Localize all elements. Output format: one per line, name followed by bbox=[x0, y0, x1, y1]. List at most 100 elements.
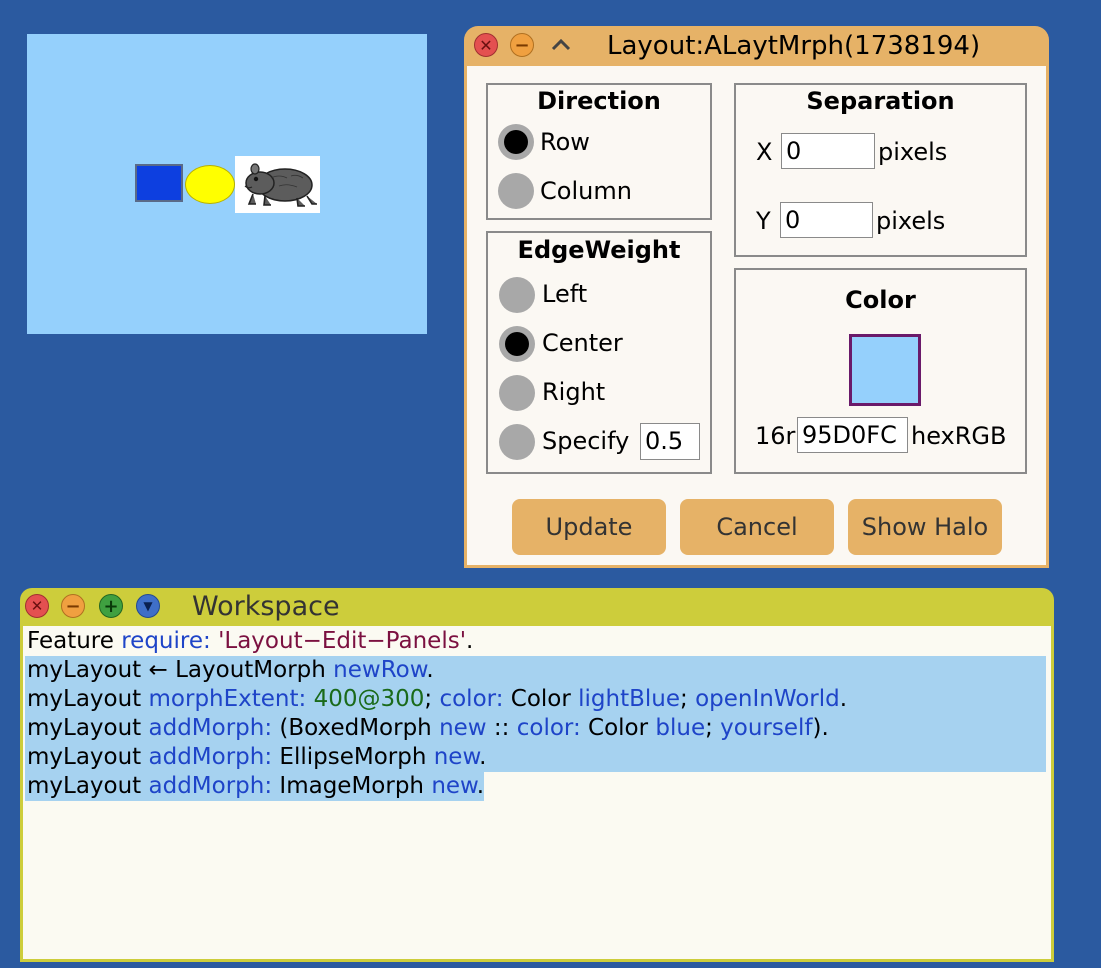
direction-column-radio[interactable] bbox=[498, 173, 534, 209]
code-keyword: lightBlue bbox=[578, 686, 680, 712]
separation-y-label: Y bbox=[756, 207, 771, 235]
color-group: Color 16r 95D0FC hexRGB bbox=[734, 268, 1027, 474]
code-string: 'Layout−Edit−Panels' bbox=[218, 628, 467, 654]
separation-x-unit: pixels bbox=[878, 138, 948, 166]
window-title: Workspace bbox=[192, 591, 340, 622]
workspace-window[interactable]: ✕ − + ▼ Workspace Feature require: 'Layo… bbox=[20, 588, 1054, 962]
separation-title: Separation bbox=[806, 87, 955, 115]
color-title: Color bbox=[845, 286, 916, 314]
code-keyword: blue bbox=[655, 715, 706, 741]
code-text: myLayout ← LayoutMorph bbox=[27, 657, 334, 683]
direction-row-label: Row bbox=[540, 128, 590, 156]
color-hex-input[interactable]: 95D0FC bbox=[797, 417, 908, 453]
code-keyword: morphExtent: bbox=[148, 686, 307, 712]
code-line[interactable]: myLayout addMorph: EllipseMorph new. bbox=[27, 743, 486, 772]
color-prefix: 16r bbox=[755, 422, 796, 450]
code-text: myLayout bbox=[27, 744, 149, 770]
separation-x-label: X bbox=[756, 138, 773, 166]
direction-column-label: Column bbox=[540, 177, 632, 205]
code-text: myLayout bbox=[27, 773, 149, 799]
edge-center-label: Center bbox=[542, 329, 623, 357]
code-text: . bbox=[479, 744, 487, 770]
code-text: . bbox=[476, 773, 485, 799]
code-text: . bbox=[466, 628, 474, 654]
code-text: (BoxedMorph bbox=[272, 715, 440, 741]
separation-y-input[interactable]: 0 bbox=[780, 202, 873, 238]
edit-panel-body: Direction Row Column Separation X 0 pixe… bbox=[467, 66, 1046, 565]
direction-title: Direction bbox=[537, 87, 661, 115]
edge-right-radio[interactable] bbox=[499, 375, 535, 411]
ellipse-morph[interactable] bbox=[185, 165, 235, 204]
separation-x-input[interactable]: 0 bbox=[781, 133, 875, 169]
color-suffix: hexRGB bbox=[911, 422, 1007, 450]
minimize-icon[interactable]: − bbox=[61, 594, 85, 618]
cancel-button[interactable]: Cancel bbox=[680, 499, 834, 555]
code-keyword: require: bbox=[121, 628, 211, 654]
code-keyword: addMorph: bbox=[148, 744, 273, 770]
code-keyword: color: bbox=[516, 715, 581, 741]
edge-weight-title: EdgeWeight bbox=[517, 236, 681, 264]
code-line[interactable]: myLayout addMorph: ImageMorph new. bbox=[27, 772, 484, 801]
edge-specify-label: Specify bbox=[542, 427, 630, 455]
color-swatch[interactable] bbox=[849, 334, 921, 406]
code-keyword: newRow bbox=[333, 657, 427, 683]
workspace-text-editor[interactable]: Feature require: 'Layout−Edit−Panels'. my… bbox=[23, 626, 1051, 959]
direction-row-radio[interactable] bbox=[498, 124, 534, 160]
code-keyword: new bbox=[433, 744, 480, 770]
separation-y-unit: pixels bbox=[876, 207, 946, 235]
image-morph[interactable] bbox=[235, 156, 320, 213]
show-halo-button[interactable]: Show Halo bbox=[848, 499, 1002, 555]
menu-icon[interactable]: ▼ bbox=[136, 594, 160, 618]
code-text: EllipseMorph bbox=[272, 744, 434, 770]
direction-group: Direction Row Column bbox=[486, 83, 712, 220]
layout-morph[interactable] bbox=[27, 34, 427, 334]
code-text: ; bbox=[705, 715, 721, 741]
code-keyword: openInWorld bbox=[695, 686, 840, 712]
code-text: Feature bbox=[27, 628, 122, 654]
code-number: 400@300 bbox=[313, 686, 425, 712]
edge-left-label: Left bbox=[542, 280, 588, 308]
code-text: ImageMorph bbox=[272, 773, 432, 799]
code-keyword: addMorph: bbox=[148, 715, 273, 741]
code-text: :: bbox=[486, 715, 517, 741]
edge-left-radio[interactable] bbox=[499, 277, 535, 313]
code-text: ). bbox=[812, 715, 829, 741]
collapse-icon[interactable] bbox=[548, 32, 574, 58]
code-text: . bbox=[839, 686, 848, 712]
code-line[interactable]: myLayout ← LayoutMorph newRow. bbox=[27, 656, 434, 685]
code-keyword: new bbox=[439, 715, 487, 741]
layout-edit-panel-window[interactable]: ✕ − Layout:ALaytMrph(1738194) Direction … bbox=[464, 26, 1049, 568]
code-text: . bbox=[426, 657, 434, 683]
boxed-morph[interactable] bbox=[135, 164, 183, 202]
expand-icon[interactable]: + bbox=[99, 594, 123, 618]
rodent-icon bbox=[244, 163, 317, 207]
separation-group: Separation X 0 pixels Y 0 pixels bbox=[734, 83, 1027, 257]
code-text: Color bbox=[503, 686, 579, 712]
edge-weight-group: EdgeWeight Left Center Right Specify 0.5 bbox=[486, 231, 712, 474]
code-keyword: yourself bbox=[720, 715, 813, 741]
code-text: Color bbox=[580, 715, 656, 741]
code-keyword: color: bbox=[439, 686, 504, 712]
update-button[interactable]: Update bbox=[512, 499, 666, 555]
code-keyword: addMorph: bbox=[148, 773, 273, 799]
edge-specify-input[interactable]: 0.5 bbox=[640, 423, 700, 460]
close-icon[interactable]: ✕ bbox=[474, 33, 498, 57]
code-line[interactable]: myLayout addMorph: (BoxedMorph new :: co… bbox=[27, 714, 829, 743]
close-icon[interactable]: ✕ bbox=[25, 594, 49, 618]
code-line[interactable]: myLayout morphExtent: 400@300; color: Co… bbox=[27, 685, 847, 714]
edge-specify-radio[interactable] bbox=[499, 424, 535, 460]
window-title-bar[interactable]: ✕ − + ▼ Workspace bbox=[20, 588, 1054, 626]
code-text: myLayout bbox=[27, 715, 149, 741]
minimize-icon[interactable]: − bbox=[510, 33, 534, 57]
code-text: ; bbox=[680, 686, 696, 712]
code-text: myLayout bbox=[27, 686, 149, 712]
code-keyword: new bbox=[431, 773, 477, 799]
code-line[interactable]: Feature require: 'Layout−Edit−Panels'. bbox=[27, 627, 473, 656]
edge-right-label: Right bbox=[542, 378, 606, 406]
window-title-bar[interactable]: ✕ − Layout:ALaytMrph(1738194) bbox=[464, 26, 1049, 66]
window-title: Layout:ALaytMrph(1738194) bbox=[607, 31, 981, 61]
edge-center-radio[interactable] bbox=[499, 326, 535, 362]
code-text: ; bbox=[424, 686, 440, 712]
